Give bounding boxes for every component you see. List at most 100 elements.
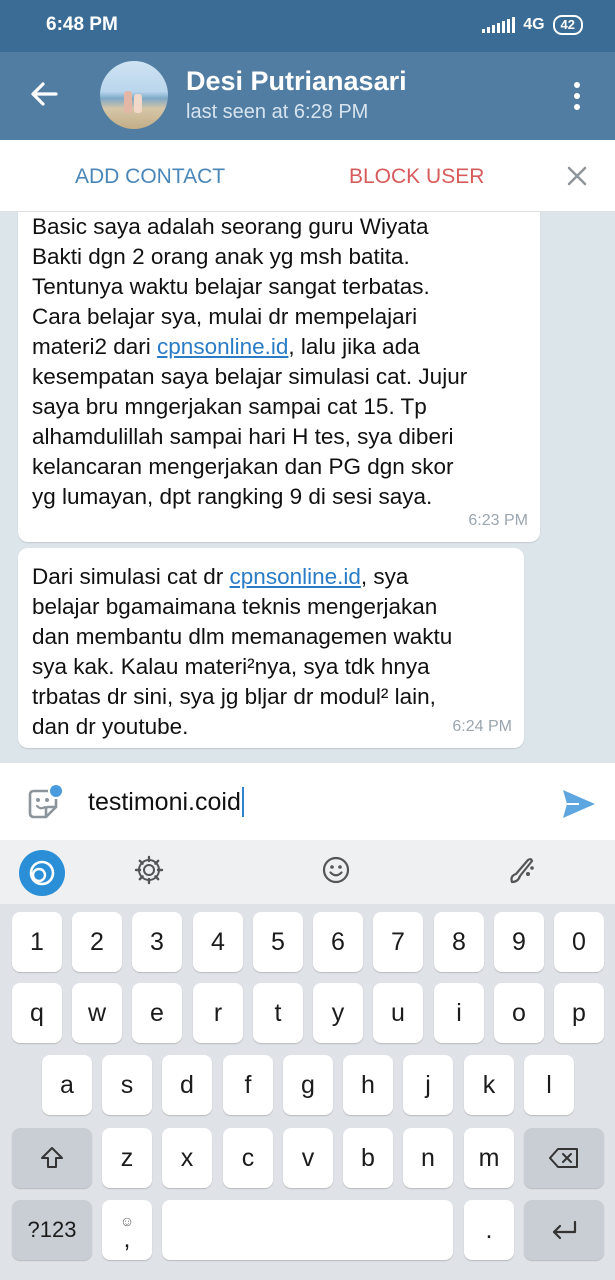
status-time: 6:48 PM xyxy=(46,14,118,35)
message-line: materi2 dari cpnsonline.id, lalu jika ad… xyxy=(32,332,526,362)
message-composer: testimoni.coid xyxy=(0,762,615,840)
message-text: , lalu jika ada xyxy=(288,334,420,359)
arrow-back-icon[interactable] xyxy=(28,78,60,110)
key-d[interactable]: d xyxy=(162,1055,212,1115)
close-icon[interactable] xyxy=(565,164,589,188)
shift-key[interactable] xyxy=(12,1128,92,1188)
key-h[interactable]: h xyxy=(343,1055,393,1115)
key-g[interactable]: g xyxy=(283,1055,333,1115)
battery-level: 42 xyxy=(560,17,575,32)
message-line: dan membantu dlm memanagemen waktu xyxy=(32,624,453,649)
key-a[interactable]: a xyxy=(42,1055,92,1115)
key-e[interactable]: e xyxy=(132,983,182,1043)
message-time: 6:23 PM xyxy=(468,512,528,529)
keyboard-logo-icon[interactable] xyxy=(19,850,65,896)
enter-icon xyxy=(552,1220,577,1240)
message-line: dan dr youtube. xyxy=(32,714,189,739)
space-key[interactable] xyxy=(162,1200,453,1260)
key-3[interactable]: 3 xyxy=(132,912,182,972)
message-line: Basic saya adalah seorang guru Wiyata xyxy=(32,214,429,239)
message-time: 6:24 PM xyxy=(452,718,512,735)
key-o[interactable]: o xyxy=(494,983,544,1043)
period-key[interactable]: . xyxy=(464,1200,514,1260)
key-u[interactable]: u xyxy=(373,983,423,1043)
message-bubble[interactable]: Dari simulasi cat dr cpnsonline.id, sya … xyxy=(18,548,524,748)
key-9[interactable]: 9 xyxy=(494,912,544,972)
key-f[interactable]: f xyxy=(223,1055,273,1115)
keyboard-toolbar xyxy=(0,840,615,904)
status-indicators: 4G 42 xyxy=(482,15,583,35)
message-line: saya bru mngerjakan sampai cat 15. Tp xyxy=(32,394,427,419)
key-1[interactable]: 1 xyxy=(12,912,62,972)
message-line: alhamdulillah sampai hari H tes, sya dib… xyxy=(32,424,454,449)
key-v[interactable]: v xyxy=(283,1128,333,1188)
key-q[interactable]: q xyxy=(12,983,62,1043)
key-r[interactable]: r xyxy=(193,983,243,1043)
shift-icon xyxy=(41,1147,63,1168)
key-p[interactable]: p xyxy=(554,983,604,1043)
key-j[interactable]: j xyxy=(403,1055,453,1115)
message-input-text: testimoni.coid xyxy=(88,787,241,816)
key-6[interactable]: 6 xyxy=(313,912,363,972)
message-line: kesempatan saya belajar simulasi cat. Ju… xyxy=(32,364,468,389)
soft-keyboard: 1 2 3 4 5 6 7 8 9 0 q w e r t y u i o p … xyxy=(0,904,615,1280)
key-z[interactable]: z xyxy=(102,1128,152,1188)
key-2[interactable]: 2 xyxy=(72,912,122,972)
send-icon[interactable] xyxy=(561,787,597,821)
avatar[interactable] xyxy=(100,61,168,129)
backspace-key[interactable] xyxy=(524,1128,604,1188)
message-line: Bakti dgn 2 orang anak yg msh batita. xyxy=(32,244,410,269)
key-8[interactable]: 8 xyxy=(434,912,484,972)
message-line: trbatas dr sini, sya jg bljar dr modul² … xyxy=(32,684,436,709)
message-text: Dari simulasi cat dr xyxy=(32,564,230,589)
key-l[interactable]: l xyxy=(524,1055,574,1115)
key-i[interactable]: i xyxy=(434,983,484,1043)
backspace-icon xyxy=(549,1148,578,1168)
block-user-button[interactable]: BLOCK USER xyxy=(349,165,484,189)
message-line: Tentunya waktu belajar sangat terbatas. xyxy=(32,274,430,299)
symbols-key[interactable]: ?123 xyxy=(12,1200,92,1260)
key-c[interactable]: c xyxy=(223,1128,273,1188)
message-text: materi2 dari xyxy=(32,334,158,359)
emoji-smiley-icon[interactable] xyxy=(320,854,352,886)
enter-key[interactable] xyxy=(524,1200,604,1260)
comma-label: , xyxy=(123,1225,131,1253)
battery-icon: 42 xyxy=(552,15,583,35)
more-vertical-icon[interactable] xyxy=(567,80,587,112)
chat-header: Desi Putrianasari last seen at 6:28 PM xyxy=(0,52,615,140)
comma-key[interactable]: ☺ , xyxy=(102,1200,152,1260)
key-t[interactable]: t xyxy=(253,983,303,1043)
key-m[interactable]: m xyxy=(464,1128,514,1188)
key-x[interactable]: x xyxy=(162,1128,212,1188)
key-w[interactable]: w xyxy=(72,983,122,1043)
key-4[interactable]: 4 xyxy=(193,912,243,972)
settings-gear-icon[interactable] xyxy=(133,854,165,886)
chat-messages[interactable]: Basic saya adalah seorang guru Wiyata Ba… xyxy=(0,212,615,762)
message-line: Dari simulasi cat dr cpnsonline.id, sya xyxy=(32,562,510,592)
key-n[interactable]: n xyxy=(403,1128,453,1188)
key-b[interactable]: b xyxy=(343,1128,393,1188)
key-k[interactable]: k xyxy=(464,1055,514,1115)
status-bar: 6:48 PM 4G 42 xyxy=(0,0,615,52)
message-bubble[interactable]: Basic saya adalah seorang guru Wiyata Ba… xyxy=(18,212,540,542)
message-input[interactable]: testimoni.coid xyxy=(88,787,244,817)
message-line: belajar bgamaimana teknis mengerjakan xyxy=(32,594,438,619)
message-line: yg lumayan, dpt rangking 9 di sesi saya. xyxy=(32,484,433,509)
key-y[interactable]: y xyxy=(313,983,363,1043)
message-line: kelancaran mengerjakan dan PG dgn skor xyxy=(32,454,454,479)
message-line: sya kak. Kalau materi²nya, sya tdk hnya xyxy=(32,654,430,679)
message-link[interactable]: cpnsonline.id xyxy=(230,564,361,589)
add-contact-button[interactable]: ADD CONTACT xyxy=(75,165,225,189)
contact-action-bar: ADD CONTACT BLOCK USER xyxy=(0,140,615,212)
notification-dot xyxy=(48,783,64,799)
text-caret xyxy=(241,787,244,817)
key-7[interactable]: 7 xyxy=(373,912,423,972)
key-5[interactable]: 5 xyxy=(253,912,303,972)
key-0[interactable]: 0 xyxy=(554,912,604,972)
key-s[interactable]: s xyxy=(102,1055,152,1115)
last-seen-status: last seen at 6:28 PM xyxy=(186,101,369,123)
theme-brush-icon[interactable] xyxy=(506,854,538,886)
message-link[interactable]: cpnsonline.id xyxy=(157,334,288,359)
network-type: 4G xyxy=(523,16,545,33)
contact-name[interactable]: Desi Putrianasari xyxy=(186,66,407,97)
